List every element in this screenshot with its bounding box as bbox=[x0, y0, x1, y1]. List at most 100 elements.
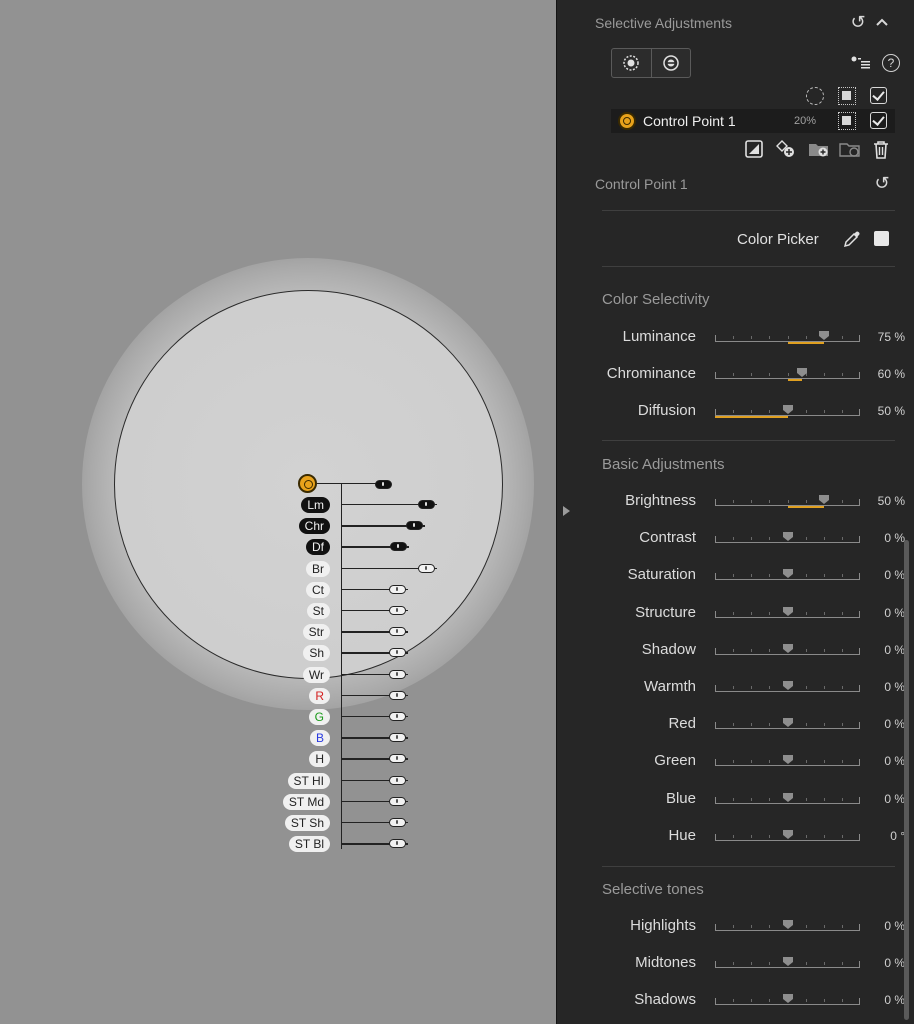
invert-icon[interactable] bbox=[744, 139, 764, 159]
slider-thumb[interactable] bbox=[782, 957, 793, 967]
control-point-slider-handle[interactable] bbox=[389, 796, 406, 806]
control-point-slider-label[interactable]: ST HI bbox=[287, 772, 330, 789]
slider-track[interactable] bbox=[715, 405, 860, 419]
control-point-slider-label[interactable]: G bbox=[308, 709, 330, 725]
slider-track[interactable] bbox=[715, 643, 860, 658]
slider-value[interactable]: 75 % bbox=[878, 330, 905, 344]
control-point-slider-label[interactable]: H bbox=[309, 751, 330, 768]
slider-thumb[interactable] bbox=[782, 532, 793, 542]
slider-value[interactable]: 0 % bbox=[884, 993, 905, 1007]
slider-thumb[interactable] bbox=[782, 994, 793, 1004]
control-point-slider-label[interactable]: Sh bbox=[303, 645, 330, 662]
eyedropper-icon[interactable] bbox=[842, 229, 862, 249]
control-point-opacity[interactable]: 20% bbox=[794, 115, 816, 127]
slider-value[interactable]: 60 % bbox=[878, 367, 905, 381]
control-point-center-handle[interactable] bbox=[298, 474, 317, 493]
slider-thumb[interactable] bbox=[782, 920, 793, 929]
control-point-size-handle[interactable] bbox=[375, 480, 392, 489]
group-points-icon[interactable] bbox=[808, 139, 830, 159]
control-point-slider-label[interactable]: Chr bbox=[298, 518, 330, 535]
show-mask-icon[interactable] bbox=[838, 112, 856, 130]
slider-value[interactable]: 0 % bbox=[884, 606, 905, 620]
ungroup-points-icon[interactable] bbox=[839, 139, 861, 159]
control-point-slider-handle[interactable] bbox=[389, 690, 406, 700]
control-point-slider-handle[interactable] bbox=[389, 606, 406, 615]
control-point-slider-handle[interactable] bbox=[390, 542, 407, 552]
slider-value[interactable]: 0 % bbox=[884, 792, 905, 806]
list-options-icon[interactable] bbox=[851, 55, 871, 71]
slider-thumb[interactable] bbox=[782, 569, 793, 579]
panel-scrollbar[interactable] bbox=[904, 540, 909, 1020]
control-point-slider-label[interactable]: R bbox=[309, 687, 330, 704]
slider-thumb[interactable] bbox=[797, 368, 807, 378]
slider-value[interactable]: 0 % bbox=[884, 956, 905, 970]
enable-all-checkbox[interactable] bbox=[870, 87, 887, 104]
slider-value[interactable]: 0 % bbox=[884, 531, 905, 545]
slider-thumb[interactable] bbox=[782, 606, 793, 616]
control-point-slider-handle[interactable] bbox=[389, 733, 406, 743]
slider-value[interactable]: 0 % bbox=[884, 919, 905, 933]
enable-control-point-checkbox[interactable] bbox=[870, 112, 887, 129]
reset-point-icon[interactable]: ↺ bbox=[873, 173, 891, 193]
control-point-name[interactable]: Control Point 1 bbox=[643, 113, 736, 129]
slider-value[interactable]: 50 % bbox=[878, 494, 905, 508]
control-point-slider-label[interactable]: ST Bl bbox=[288, 836, 330, 853]
control-point-slider-label[interactable]: ST Sh bbox=[284, 815, 330, 831]
control-point-slider-label[interactable]: ST Md bbox=[282, 793, 330, 810]
control-point-slider-handle[interactable] bbox=[389, 712, 406, 721]
slider-track[interactable] bbox=[715, 829, 860, 844]
slider-thumb[interactable] bbox=[782, 643, 793, 653]
control-point-slider-label[interactable]: B bbox=[309, 730, 330, 747]
slider-track[interactable] bbox=[715, 957, 860, 971]
slider-track[interactable] bbox=[715, 606, 860, 621]
color-swatch[interactable] bbox=[874, 231, 889, 246]
control-point-slider-label[interactable]: Str bbox=[302, 624, 330, 641]
slider-track[interactable] bbox=[715, 755, 860, 769]
add-control-point-button[interactable] bbox=[612, 49, 651, 77]
trash-icon[interactable] bbox=[871, 139, 891, 159]
slider-value[interactable]: 50 % bbox=[878, 404, 905, 418]
control-point-slider-handle[interactable] bbox=[389, 775, 406, 785]
reset-section-icon[interactable]: ↺ bbox=[849, 12, 867, 32]
control-point-slider-handle[interactable] bbox=[406, 521, 423, 531]
control-point-slider-handle[interactable] bbox=[389, 818, 406, 827]
image-canvas[interactable]: Lm Chr Df Br Ct St Str Sh Wr R G B H ST HI ST Md ST Sh S… bbox=[0, 0, 556, 1024]
slider-thumb[interactable] bbox=[782, 718, 793, 728]
control-point-slider-label[interactable]: Br bbox=[306, 560, 330, 577]
control-point-slider-handle[interactable] bbox=[389, 584, 406, 594]
add-exclusion-point-button[interactable] bbox=[650, 49, 691, 77]
slider-track[interactable] bbox=[715, 569, 860, 583]
slider-thumb[interactable] bbox=[782, 792, 793, 802]
slider-thumb[interactable] bbox=[782, 829, 793, 839]
show-all-points-icon[interactable] bbox=[806, 87, 824, 105]
control-point-slider-label[interactable]: Wr bbox=[302, 666, 330, 683]
slider-thumb[interactable] bbox=[782, 755, 793, 765]
control-point-slider-handle[interactable] bbox=[389, 839, 406, 849]
slider-value[interactable]: 0 % bbox=[884, 680, 905, 694]
control-point-slider-handle[interactable] bbox=[389, 669, 406, 679]
slider-track[interactable] bbox=[715, 792, 860, 807]
duplicate-point-icon[interactable] bbox=[776, 139, 796, 159]
control-point-slider-label[interactable]: Ct bbox=[306, 581, 330, 598]
control-point-slider-label[interactable]: Lm bbox=[301, 497, 330, 513]
slider-value[interactable]: 0 % bbox=[884, 568, 905, 582]
slider-track[interactable] bbox=[715, 532, 860, 546]
control-point-slider-label[interactable]: Df bbox=[306, 539, 330, 556]
slider-value[interactable]: 0 % bbox=[884, 643, 905, 657]
slider-track[interactable] bbox=[715, 495, 860, 509]
slider-track[interactable] bbox=[715, 681, 860, 695]
slider-track[interactable] bbox=[715, 718, 860, 732]
slider-value[interactable]: 0 % bbox=[884, 717, 905, 731]
slider-thumb[interactable] bbox=[818, 331, 829, 340]
collapse-section-icon[interactable] bbox=[873, 13, 891, 31]
slider-thumb[interactable] bbox=[782, 681, 793, 690]
slider-track[interactable] bbox=[715, 368, 860, 382]
help-icon[interactable]: ? bbox=[882, 54, 900, 72]
slider-thumb[interactable] bbox=[818, 495, 829, 504]
slider-track[interactable] bbox=[715, 331, 860, 345]
show-mask-all-icon[interactable] bbox=[838, 87, 856, 105]
slider-thumb[interactable] bbox=[782, 405, 793, 415]
slider-value[interactable]: 0 % bbox=[884, 754, 905, 768]
slider-value[interactable]: 0 ° bbox=[890, 829, 905, 843]
slider-track[interactable] bbox=[715, 994, 860, 1008]
